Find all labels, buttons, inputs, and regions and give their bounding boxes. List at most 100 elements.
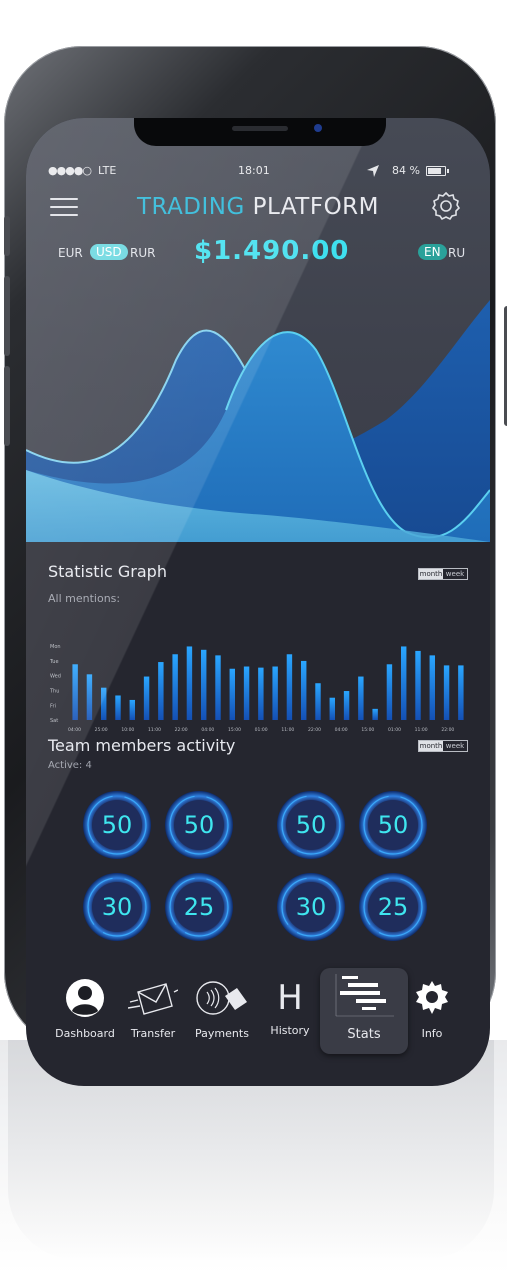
nav-dashboard[interactable]: Dashboard xyxy=(52,978,118,1040)
nav-history[interactable]: H History xyxy=(266,978,314,1037)
activity-value: 50 xyxy=(101,811,133,839)
gear-outline-icon[interactable] xyxy=(430,190,462,222)
contactless-card-icon xyxy=(190,978,254,1021)
activity-ring: 50 xyxy=(358,790,428,860)
x-tick-label: 11:00 xyxy=(415,727,428,733)
activity-ring: 50 xyxy=(82,790,152,860)
app-screen: ●●●●○ LTE 18:01 84 % TRADING PLATFORM EU… xyxy=(26,118,490,1086)
activity-ring: 50 xyxy=(276,790,346,860)
language-en-selected[interactable]: EN xyxy=(418,244,447,260)
bar xyxy=(343,691,350,720)
balance-amount: $1.490.00 xyxy=(194,236,350,266)
nav-label: Info xyxy=(421,1027,443,1040)
bar xyxy=(415,650,421,720)
x-tick-label: 22:00 xyxy=(308,727,321,733)
bar xyxy=(272,666,278,720)
activity-ring: 25 xyxy=(164,872,234,942)
nav-transfer[interactable]: Transfer xyxy=(126,978,180,1040)
bar xyxy=(229,668,235,720)
x-tick-label: 22:00 xyxy=(175,727,188,733)
bar xyxy=(158,662,164,720)
x-tick-label: 10:00 xyxy=(121,727,134,733)
currency-eur[interactable]: EUR xyxy=(58,246,83,260)
battery-percent: 84 % xyxy=(392,164,420,177)
bar xyxy=(243,666,250,720)
nav-label: Payments xyxy=(195,1027,249,1040)
team-period-toggle[interactable]: month week xyxy=(418,740,468,752)
nav-payments[interactable]: Payments xyxy=(190,978,254,1040)
team-title: Team members activity xyxy=(48,736,236,755)
bar xyxy=(315,683,321,720)
y-tick-label: Tue xyxy=(49,659,59,665)
activity-ring: 25 xyxy=(358,872,428,942)
currency-rur[interactable]: RUR xyxy=(130,246,155,260)
bar xyxy=(372,708,378,720)
bar xyxy=(201,649,207,720)
gear-icon xyxy=(412,978,452,1021)
bar xyxy=(115,695,121,720)
toggle-month[interactable]: month xyxy=(419,569,443,579)
nav-label: Dashboard xyxy=(55,1027,115,1040)
bar xyxy=(86,674,93,720)
bar xyxy=(443,665,450,720)
x-tick-label: 15:00 xyxy=(228,727,241,733)
x-tick-label: 01:00 xyxy=(255,727,268,733)
toggle-week[interactable]: week xyxy=(443,741,467,751)
nav-info[interactable]: Info xyxy=(412,978,452,1040)
nav-label: Stats xyxy=(347,1027,381,1042)
price-area-chart xyxy=(26,300,490,542)
x-tick-label: 15:00 xyxy=(361,727,374,733)
bar xyxy=(429,655,435,720)
mentions-bar-chart: Mon Tue Wed Thu Fri Sat 04:00 25:00 10:00 11:00 22… xyxy=(49,644,464,733)
bar xyxy=(101,687,107,720)
nav-stats[interactable]: Stats xyxy=(324,974,404,1042)
gantt-chart-icon xyxy=(324,972,404,1021)
activity-value: 50 xyxy=(183,811,215,839)
location-arrow-icon xyxy=(366,164,380,181)
bar xyxy=(458,665,464,720)
activity-ring: 50 xyxy=(164,790,234,860)
bar xyxy=(401,646,407,720)
bar xyxy=(258,667,264,720)
app-title: TRADING PLATFORM xyxy=(136,194,380,220)
nav-label: History xyxy=(270,1024,310,1037)
letter-h-icon: H xyxy=(277,978,303,1018)
bar xyxy=(72,664,78,720)
battery-icon xyxy=(426,166,449,176)
bar xyxy=(186,646,193,720)
y-tick-label: Fri xyxy=(50,703,56,709)
bar xyxy=(172,654,178,720)
activity-value: 30 xyxy=(101,893,133,921)
language-ru[interactable]: RU xyxy=(448,246,465,260)
bar xyxy=(358,676,364,720)
toggle-week[interactable]: week xyxy=(443,569,467,579)
nav-label: Transfer xyxy=(130,1027,176,1040)
bar xyxy=(143,676,150,720)
activity-value: 25 xyxy=(377,893,409,921)
x-tick-label: 11:00 xyxy=(281,727,294,733)
statistic-title: Statistic Graph xyxy=(48,562,167,581)
x-tick-label: 25:00 xyxy=(95,727,108,733)
activity-value: 30 xyxy=(295,893,327,921)
signal-strength: ●●●●○ xyxy=(48,164,92,177)
y-tick-label: Mon xyxy=(50,644,61,650)
statistic-subtitle: All mentions: xyxy=(48,592,121,605)
user-avatar-icon xyxy=(52,978,118,1021)
statistic-period-toggle[interactable]: month week xyxy=(418,568,468,580)
activity-value: 25 xyxy=(183,893,215,921)
notch xyxy=(134,118,386,146)
y-tick-label: Thu xyxy=(49,688,59,694)
team-subtitle: Active: 4 xyxy=(48,760,92,771)
bar xyxy=(301,660,307,720)
bar xyxy=(129,699,135,720)
phone-frame: ●●●●○ LTE 18:01 84 % TRADING PLATFORM EU… xyxy=(4,46,507,1086)
activity-value: 50 xyxy=(377,811,409,839)
activity-value: 50 xyxy=(295,811,327,839)
clock: 18:01 xyxy=(238,164,270,177)
carrier-label: LTE xyxy=(98,164,117,177)
y-tick-label: Sat xyxy=(50,718,58,724)
toggle-month[interactable]: month xyxy=(419,741,443,751)
currency-usd-selected[interactable]: USD xyxy=(90,244,128,260)
activity-ring: 30 xyxy=(276,872,346,942)
x-tick-label: 04:00 xyxy=(201,727,214,733)
